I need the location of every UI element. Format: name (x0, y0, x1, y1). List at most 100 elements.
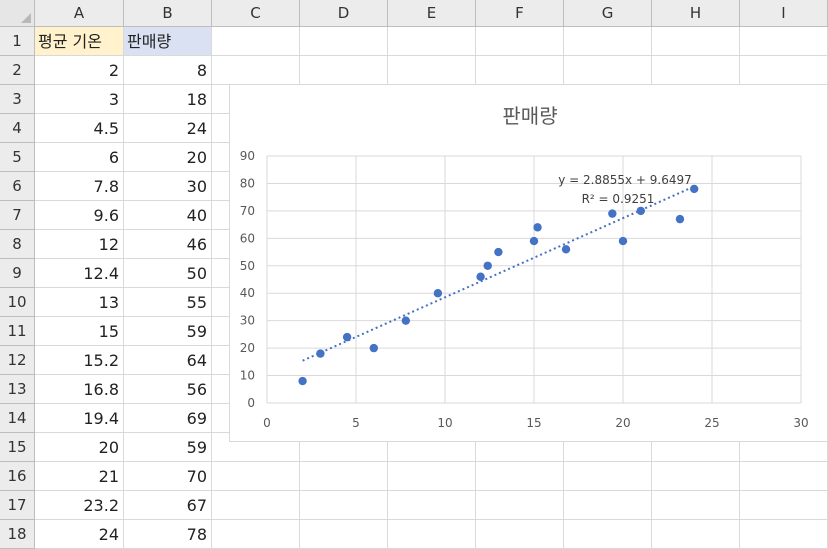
row-header-4[interactable]: 4 (0, 114, 35, 143)
row-header-12[interactable]: 12 (0, 346, 35, 375)
row-header-8[interactable]: 8 (0, 230, 35, 259)
cell-a10[interactable]: 13 (35, 288, 124, 317)
cell-d1[interactable] (300, 27, 388, 56)
cell-a14[interactable]: 19.4 (35, 404, 124, 433)
cell-c17[interactable] (212, 491, 300, 520)
cell-a12[interactable]: 15.2 (35, 346, 124, 375)
row-header-16[interactable]: 16 (0, 462, 35, 491)
cell-b7[interactable]: 40 (124, 201, 212, 230)
cell-e16[interactable] (388, 462, 476, 491)
cell-b16[interactable]: 70 (124, 462, 212, 491)
cell-b9[interactable]: 50 (124, 259, 212, 288)
cell-e1[interactable] (388, 27, 476, 56)
cell-g18[interactable] (564, 520, 652, 549)
row-header-7[interactable]: 7 (0, 201, 35, 230)
cell-i17[interactable] (740, 491, 828, 520)
cell-b13[interactable]: 56 (124, 375, 212, 404)
cell-h18[interactable] (652, 520, 740, 549)
row-header-1[interactable]: 1 (0, 27, 35, 56)
row-header-10[interactable]: 10 (0, 288, 35, 317)
data-point[interactable] (433, 289, 443, 298)
data-point[interactable] (369, 343, 378, 353)
column-header-c[interactable]: C (212, 0, 300, 27)
cell-a6[interactable]: 7.8 (35, 172, 124, 201)
cell-b10[interactable]: 55 (124, 288, 212, 317)
cell-b15[interactable]: 59 (124, 433, 212, 462)
data-point[interactable] (401, 316, 411, 325)
cell-c16[interactable] (212, 462, 300, 491)
column-header-i[interactable]: I (740, 0, 828, 27)
cell-h2[interactable] (652, 56, 740, 85)
cell-b4[interactable]: 24 (124, 114, 212, 143)
cell-a15[interactable]: 20 (35, 433, 124, 462)
cell-e17[interactable] (388, 491, 476, 520)
row-header-5[interactable]: 5 (0, 143, 35, 172)
cell-f1[interactable] (476, 27, 564, 56)
cell-a17[interactable]: 23.2 (35, 491, 124, 520)
row-header-9[interactable]: 9 (0, 259, 35, 288)
cell-i16[interactable] (740, 462, 828, 491)
row-header-11[interactable]: 11 (0, 317, 35, 346)
cell-g2[interactable] (564, 56, 652, 85)
cell-f16[interactable] (476, 462, 564, 491)
data-point[interactable] (533, 223, 542, 232)
cell-b12[interactable]: 64 (124, 346, 212, 375)
cell-a2[interactable]: 2 (35, 56, 124, 85)
cell-i2[interactable] (740, 56, 828, 85)
cell-b17[interactable]: 67 (124, 491, 212, 520)
data-point[interactable] (618, 236, 628, 246)
row-header-6[interactable]: 6 (0, 172, 35, 201)
column-header-b[interactable]: B (124, 0, 212, 27)
cell-d2[interactable] (300, 56, 388, 85)
cell-i18[interactable] (740, 520, 828, 549)
cell-a1[interactable]: 평균 기온 (35, 27, 124, 56)
column-header-d[interactable]: D (300, 0, 388, 27)
cell-e18[interactable] (388, 520, 476, 549)
cell-a8[interactable]: 12 (35, 230, 124, 259)
cell-b14[interactable]: 69 (124, 404, 212, 433)
cell-b6[interactable]: 30 (124, 172, 212, 201)
data-point[interactable] (476, 272, 485, 281)
cell-a16[interactable]: 21 (35, 462, 124, 491)
cell-e2[interactable] (388, 56, 476, 85)
cell-a5[interactable]: 6 (35, 143, 124, 172)
cell-h16[interactable] (652, 462, 740, 491)
cell-i1[interactable] (740, 27, 828, 56)
row-header-15[interactable]: 15 (0, 433, 35, 462)
cell-b18[interactable]: 78 (124, 520, 212, 549)
data-point[interactable] (529, 236, 539, 246)
scatter-chart[interactable]: 판매량 0 10 20 30 40 50 60 70 80 90 0 5 10 15 20 25 30 y =… (229, 84, 828, 442)
data-point[interactable] (608, 209, 617, 218)
column-header-e[interactable]: E (388, 0, 476, 27)
data-point[interactable] (316, 349, 325, 358)
data-point[interactable] (494, 247, 503, 257)
cell-a13[interactable]: 16.8 (35, 375, 124, 404)
cell-f18[interactable] (476, 520, 564, 549)
column-header-f[interactable]: F (476, 0, 564, 27)
data-point[interactable] (483, 261, 492, 270)
column-header-g[interactable]: G (564, 0, 652, 27)
cell-h1[interactable] (652, 27, 740, 56)
cell-a18[interactable]: 24 (35, 520, 124, 549)
cell-a4[interactable]: 4.5 (35, 114, 124, 143)
cell-b2[interactable]: 8 (124, 56, 212, 85)
data-point[interactable] (561, 245, 571, 254)
cell-d17[interactable] (300, 491, 388, 520)
cell-a11[interactable]: 15 (35, 317, 124, 346)
cell-c2[interactable] (212, 56, 300, 85)
row-header-14[interactable]: 14 (0, 404, 35, 433)
data-point[interactable] (636, 206, 645, 216)
data-point[interactable] (342, 332, 352, 342)
cell-b8[interactable]: 46 (124, 230, 212, 259)
cell-f17[interactable] (476, 491, 564, 520)
cell-d18[interactable] (300, 520, 388, 549)
column-header-a[interactable]: A (35, 0, 124, 27)
cell-a9[interactable]: 12.4 (35, 259, 124, 288)
cell-b1[interactable]: 판매량 (124, 27, 212, 56)
cell-b5[interactable]: 20 (124, 143, 212, 172)
cell-g17[interactable] (564, 491, 652, 520)
cell-c18[interactable] (212, 520, 300, 549)
cell-g1[interactable] (564, 27, 652, 56)
cell-b3[interactable]: 18 (124, 85, 212, 114)
cell-c1[interactable] (212, 27, 300, 56)
